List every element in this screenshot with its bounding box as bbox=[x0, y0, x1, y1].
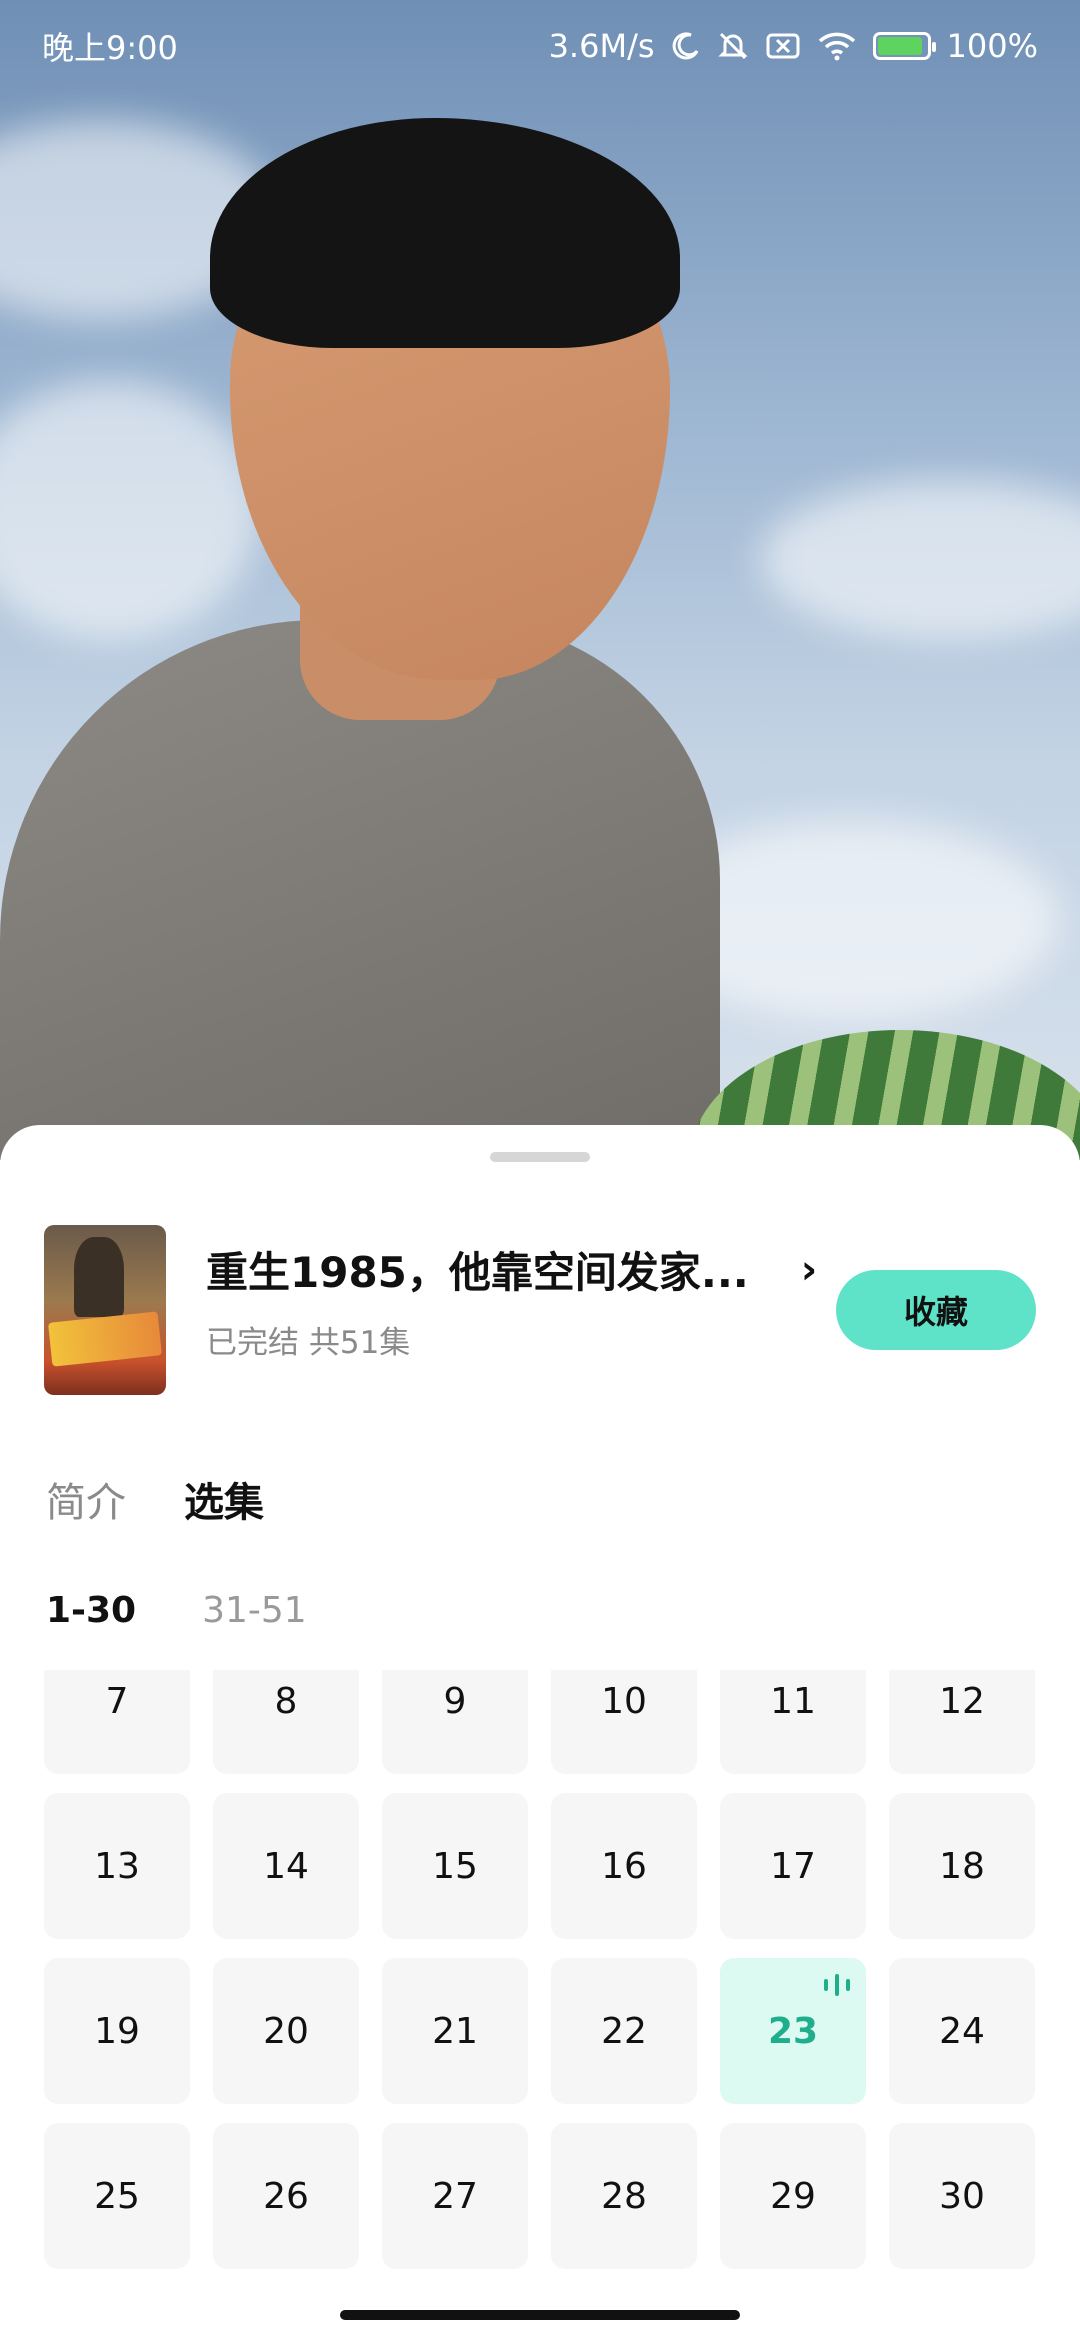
episode-number: 24 bbox=[939, 2010, 985, 2052]
video-player[interactable] bbox=[0, 0, 1080, 1160]
episode-number: 14 bbox=[263, 1845, 309, 1887]
favorite-button[interactable]: 收藏 bbox=[836, 1270, 1036, 1350]
status-bar: 晚上9:00 3.6M/s 100% bbox=[0, 0, 1080, 92]
episode-button[interactable]: 13 bbox=[44, 1793, 190, 1939]
chevron-right-icon: › bbox=[800, 1246, 818, 1293]
episode-button[interactable]: 24 bbox=[889, 1958, 1035, 2104]
drama-poster[interactable] bbox=[44, 1225, 166, 1395]
episode-number: 9 bbox=[443, 1680, 467, 1722]
episode-button[interactable]: 18 bbox=[889, 1793, 1035, 1939]
episode-number: 23 bbox=[767, 2010, 819, 2052]
episode-number: 12 bbox=[939, 1680, 985, 1722]
episode-grid: 7 8 9 10 11 12 13 14 15 16 17 18 19 20 21 22 23 24 25 26 27 2… bbox=[44, 1670, 1035, 2269]
episode-button[interactable]: 14 bbox=[213, 1793, 359, 1939]
wifi-icon bbox=[817, 31, 857, 61]
episode-button[interactable]: 27 bbox=[382, 2123, 528, 2269]
episode-number: 10 bbox=[601, 1680, 647, 1722]
sim-off-icon bbox=[765, 32, 801, 60]
episode-grid-scroll[interactable]: 7 8 9 10 11 12 13 14 15 16 17 18 19 20 21 22 23 24 25 26 27 2… bbox=[0, 1670, 1080, 2340]
episode-button[interactable]: 7 bbox=[44, 1670, 190, 1774]
episode-button[interactable]: 29 bbox=[720, 2123, 866, 2269]
drama-status: 已完结 共51集 bbox=[206, 1325, 411, 1361]
episode-button[interactable]: 20 bbox=[213, 1958, 359, 2104]
episode-number: 27 bbox=[432, 2175, 478, 2217]
episode-number: 13 bbox=[94, 1845, 140, 1887]
episode-number: 28 bbox=[601, 2175, 647, 2217]
episode-button[interactable]: 15 bbox=[382, 1793, 528, 1939]
now-playing-icon bbox=[824, 1974, 850, 1996]
poster-title-art bbox=[48, 1311, 162, 1367]
episode-number: 7 bbox=[105, 1680, 129, 1722]
episode-button[interactable]: 22 bbox=[551, 1958, 697, 2104]
range-31-51[interactable]: 31-51 bbox=[202, 1590, 307, 1631]
network-speed: 3.6M/s bbox=[548, 27, 655, 65]
episode-button[interactable]: 16 bbox=[551, 1793, 697, 1939]
episode-button[interactable]: 21 bbox=[382, 1958, 528, 2104]
episode-number: 19 bbox=[94, 2010, 140, 2052]
episode-number: 29 bbox=[770, 2175, 816, 2217]
episode-button[interactable]: 17 bbox=[720, 1793, 866, 1939]
episode-button-current[interactable]: 23 bbox=[720, 1958, 866, 2104]
episode-number: 17 bbox=[770, 1845, 816, 1887]
episode-number: 30 bbox=[939, 2175, 985, 2217]
drag-handle[interactable] bbox=[490, 1152, 590, 1162]
tab-episodes[interactable]: 选集 bbox=[184, 1470, 264, 1528]
episode-number: 15 bbox=[432, 1845, 478, 1887]
episode-number: 16 bbox=[601, 1845, 647, 1887]
poster-figure bbox=[74, 1237, 124, 1317]
episode-sheet: 重生1985，他靠空间发家... › 已完结 共51集 收藏 简介 选集 1-3… bbox=[0, 1125, 1080, 2340]
status-time: 晚上9:00 bbox=[42, 29, 178, 67]
cloud-shape bbox=[0, 380, 260, 640]
episode-number: 25 bbox=[94, 2175, 140, 2217]
episode-number: 11 bbox=[770, 1680, 816, 1722]
episode-range-selector: 1-30 31-51 bbox=[46, 1590, 307, 1631]
range-1-30[interactable]: 1-30 bbox=[46, 1590, 136, 1631]
detail-tabs: 简介 选集 bbox=[46, 1470, 264, 1528]
episode-button[interactable]: 26 bbox=[213, 2123, 359, 2269]
status-icons: 3.6M/s 100% bbox=[549, 27, 1038, 65]
actor-hair bbox=[210, 118, 680, 348]
drama-title: 重生1985，他靠空间发家... bbox=[206, 1248, 749, 1297]
episode-button[interactable]: 19 bbox=[44, 1958, 190, 2104]
episode-button[interactable]: 28 bbox=[551, 2123, 697, 2269]
episode-number: 22 bbox=[601, 2010, 647, 2052]
episode-number: 8 bbox=[274, 1680, 298, 1722]
episode-button[interactable]: 12 bbox=[889, 1670, 1035, 1774]
episode-number: 18 bbox=[939, 1845, 985, 1887]
bell-off-icon bbox=[717, 30, 749, 62]
episode-button[interactable]: 11 bbox=[720, 1670, 866, 1774]
drama-header: 重生1985，他靠空间发家... › 已完结 共51集 收藏 bbox=[44, 1225, 1036, 1395]
battery-charging-icon bbox=[872, 32, 936, 60]
battery-level: 100% bbox=[946, 27, 1038, 65]
episode-number: 26 bbox=[263, 2175, 309, 2217]
drama-title-link[interactable]: 重生1985，他靠空间发家... › bbox=[206, 1239, 817, 1300]
episode-button[interactable]: 30 bbox=[889, 2123, 1035, 2269]
episode-number: 21 bbox=[432, 2010, 478, 2052]
home-indicator[interactable] bbox=[340, 2310, 740, 2320]
episode-button[interactable]: 10 bbox=[551, 1670, 697, 1774]
tab-intro[interactable]: 简介 bbox=[46, 1470, 126, 1528]
episode-number: 20 bbox=[263, 2010, 309, 2052]
episode-button[interactable]: 9 bbox=[382, 1670, 528, 1774]
moon-icon bbox=[671, 31, 701, 61]
cloud-shape bbox=[760, 480, 1080, 640]
episode-button[interactable]: 8 bbox=[213, 1670, 359, 1774]
episode-button[interactable]: 25 bbox=[44, 2123, 190, 2269]
